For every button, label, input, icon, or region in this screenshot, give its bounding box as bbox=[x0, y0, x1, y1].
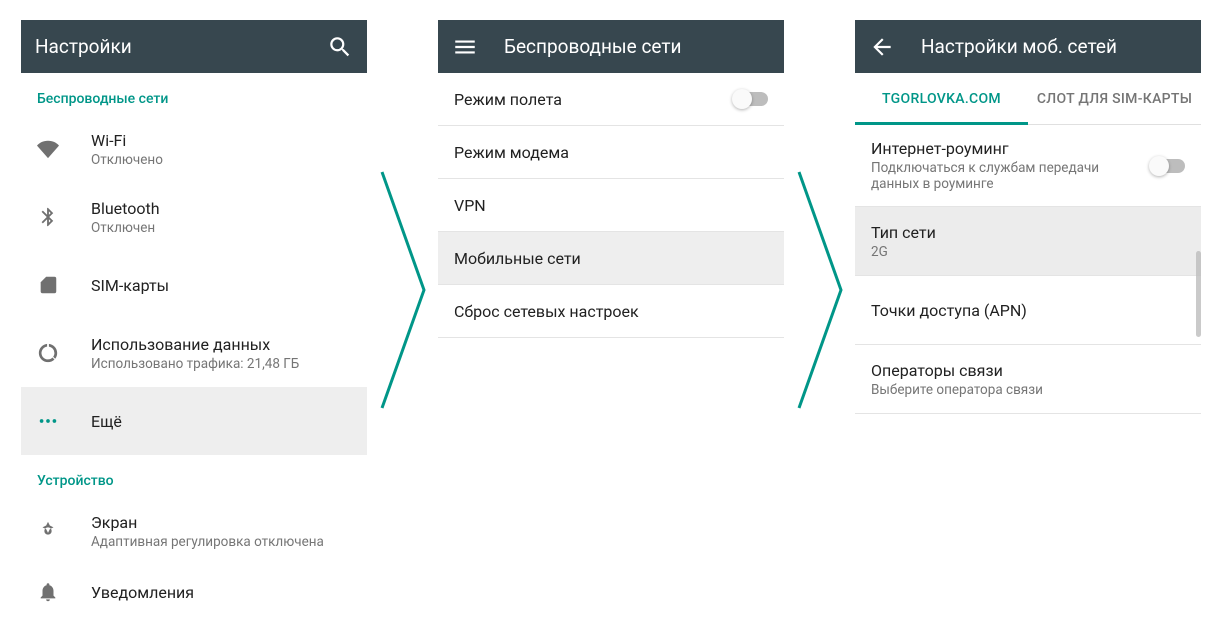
wifi-icon bbox=[37, 138, 91, 160]
section-wireless: Беспроводные сети bbox=[21, 73, 367, 115]
roaming-toggle[interactable] bbox=[1151, 159, 1185, 173]
wifi-label: Wi-Fi bbox=[91, 131, 351, 150]
display-icon bbox=[37, 520, 91, 542]
vpn-label: VPN bbox=[454, 196, 768, 215]
sim-icon bbox=[37, 274, 91, 296]
item-tether[interactable]: Режим модема bbox=[438, 126, 784, 178]
item-display[interactable]: Экран Адаптивная регулировка отключена bbox=[21, 497, 367, 565]
back-icon[interactable] bbox=[869, 34, 895, 60]
bluetooth-icon bbox=[37, 206, 91, 228]
airplane-label: Режим полета bbox=[454, 90, 734, 109]
tether-label: Режим модема bbox=[454, 143, 768, 162]
display-sub: Адаптивная регулировка отключена bbox=[91, 534, 351, 550]
display-label: Экран bbox=[91, 513, 351, 532]
item-apn[interactable]: Точки доступа (APN) bbox=[855, 276, 1201, 344]
item-wifi[interactable]: Wi-Fi Отключено bbox=[21, 115, 367, 183]
item-network-type[interactable]: Тип сети 2G bbox=[855, 207, 1201, 275]
sim-tabs: TGORLOVKA.COM СЛОТ ДЛЯ SIM-КАРТЫ bbox=[855, 73, 1201, 125]
bluetooth-label: Bluetooth bbox=[91, 199, 351, 218]
page-title: Беспроводные сети bbox=[504, 35, 682, 58]
sim-label: SIM-карты bbox=[91, 276, 351, 295]
arrow-2 bbox=[797, 170, 843, 410]
data-sub: Использовано трафика: 21,48 ГБ bbox=[91, 356, 351, 372]
reset-label: Сброс сетевых настроек bbox=[454, 302, 768, 321]
nettype-label: Тип сети bbox=[871, 223, 1185, 242]
search-icon[interactable] bbox=[327, 34, 353, 60]
item-airplane[interactable]: Режим полета bbox=[438, 73, 784, 125]
screen-wireless: Беспроводные сети Режим полета Режим мод… bbox=[438, 20, 784, 615]
more-icon bbox=[37, 410, 91, 432]
item-more[interactable]: Ещё bbox=[21, 387, 367, 455]
item-mobile-networks[interactable]: Мобильные сети bbox=[438, 232, 784, 284]
item-notifications[interactable]: Уведомления bbox=[21, 565, 367, 605]
scrollbar[interactable] bbox=[1196, 251, 1201, 337]
item-operators[interactable]: Операторы связи Выберите оператора связи bbox=[855, 345, 1201, 413]
item-data-usage[interactable]: Использование данных Использовано трафик… bbox=[21, 319, 367, 387]
appbar: Настройки моб. сетей bbox=[855, 20, 1201, 73]
item-vpn[interactable]: VPN bbox=[438, 179, 784, 231]
more-label: Ещё bbox=[91, 412, 351, 431]
appbar: Настройки bbox=[21, 20, 367, 73]
apn-label: Точки доступа (APN) bbox=[871, 301, 1185, 320]
section-device: Устройство bbox=[21, 455, 367, 497]
screen-mobile-networks: Настройки моб. сетей TGORLOVKA.COM СЛОТ … bbox=[855, 20, 1201, 615]
item-reset[interactable]: Сброс сетевых настроек bbox=[438, 285, 784, 337]
appbar: Беспроводные сети bbox=[438, 20, 784, 73]
operators-label: Операторы связи bbox=[871, 361, 1185, 380]
roaming-label: Интернет-роуминг bbox=[871, 139, 1151, 158]
item-sim[interactable]: SIM-карты bbox=[21, 251, 367, 319]
data-usage-icon bbox=[37, 342, 91, 364]
operators-sub: Выберите оператора связи bbox=[871, 382, 1111, 398]
screen-settings: Настройки Беспроводные сети Wi-Fi Отключ… bbox=[21, 20, 367, 615]
data-label: Использование данных bbox=[91, 335, 351, 354]
item-bluetooth[interactable]: Bluetooth Отключен bbox=[21, 183, 367, 251]
arrow-1 bbox=[380, 170, 426, 410]
airplane-toggle[interactable] bbox=[734, 92, 768, 106]
roaming-sub: Подключаться к службам передачи данных в… bbox=[871, 160, 1111, 192]
tab-sim2[interactable]: СЛОТ ДЛЯ SIM-КАРТЫ bbox=[1028, 73, 1201, 124]
bluetooth-sub: Отключен bbox=[91, 220, 351, 236]
menu-icon[interactable] bbox=[452, 34, 478, 60]
notifications-label: Уведомления bbox=[91, 583, 351, 602]
page-title: Настройки моб. сетей bbox=[921, 35, 1117, 58]
notifications-icon bbox=[37, 581, 91, 603]
mobile-label: Мобильные сети bbox=[454, 249, 768, 268]
page-title: Настройки bbox=[35, 35, 132, 58]
nettype-sub: 2G bbox=[871, 244, 1111, 260]
item-roaming[interactable]: Интернет-роуминг Подключаться к службам … bbox=[855, 125, 1201, 206]
wifi-sub: Отключено bbox=[91, 152, 351, 168]
tab-sim1[interactable]: TGORLOVKA.COM bbox=[855, 73, 1028, 124]
